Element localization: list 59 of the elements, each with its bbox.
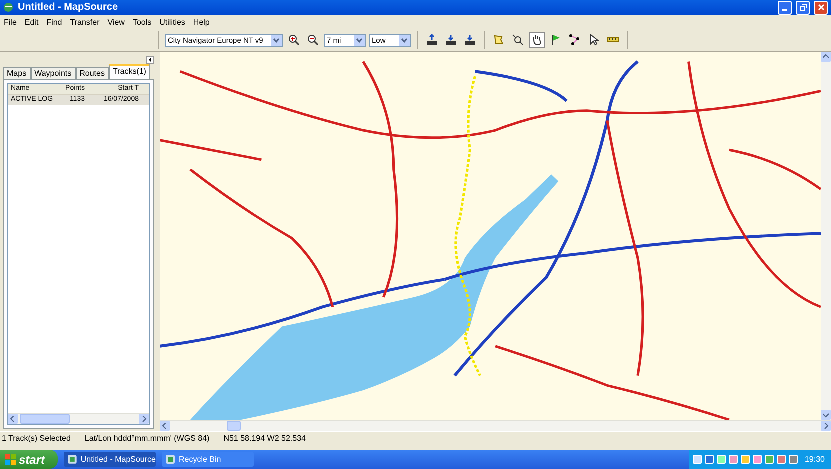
route-icon: [569, 34, 581, 46]
download-icon: [445, 34, 457, 46]
toolbar-button[interactable]: [443, 32, 459, 48]
menu-item[interactable]: Edit: [24, 18, 39, 26]
window-icon: [68, 455, 77, 464]
scroll-thumb[interactable]: [227, 421, 241, 431]
clock: 19:30: [804, 455, 825, 464]
toolbar-button[interactable]: [286, 32, 302, 48]
menu-item[interactable]: File: [4, 18, 17, 26]
tab[interactable]: Tracks(1): [108, 64, 150, 79]
windows-logo-icon: [5, 454, 16, 465]
dropdown-caret-icon: [271, 34, 282, 46]
download-icon: [464, 34, 476, 46]
collapse-icon[interactable]: [146, 56, 154, 64]
window-title: Untitled - MapSource: [18, 2, 120, 13]
status-text: N51 58.194 W2 52.534: [224, 434, 306, 442]
pointer-icon: [588, 34, 600, 46]
zoom-icon: [512, 34, 524, 46]
app-icon: [3, 2, 14, 13]
tab[interactable]: Routes: [76, 67, 109, 79]
status-text: 1 Track(s) Selected: [2, 434, 71, 442]
menu-item[interactable]: View: [108, 18, 125, 26]
toolbar-button[interactable]: [462, 32, 478, 48]
tab[interactable]: Waypoints: [30, 67, 76, 79]
scroll-left-icon[interactable]: [8, 414, 18, 424]
scroll-right-icon[interactable]: [139, 414, 149, 424]
start-button[interactable]: start: [0, 450, 58, 469]
flag-icon: [550, 34, 562, 46]
zoom-in-icon: [288, 34, 300, 46]
scroll-left-icon[interactable]: [160, 421, 170, 431]
tab[interactable]: Maps: [3, 67, 31, 79]
scroll-down-icon[interactable]: [821, 410, 831, 420]
toolbar-button[interactable]: [424, 32, 440, 48]
status-text: Lat/Lon hddd°mm.mmm' (WGS 84): [84, 434, 210, 442]
minimize-button[interactable]: [778, 0, 792, 14]
dropdown-caret-icon: [354, 34, 365, 46]
restore-icon: [800, 4, 806, 11]
close-button[interactable]: [814, 0, 828, 14]
scroll-right-icon[interactable]: [821, 421, 831, 431]
taskbar-button[interactable]: Untitled - MapSource: [64, 452, 156, 467]
menu-item[interactable]: Help: [193, 18, 210, 26]
toolbar-button[interactable]: [305, 32, 321, 48]
scroll-up-icon[interactable]: [821, 52, 831, 62]
menu-item[interactable]: Transfer: [70, 18, 100, 26]
restore-button[interactable]: [796, 0, 810, 14]
close-icon: [818, 4, 824, 11]
menu-item[interactable]: Find: [46, 18, 62, 26]
dropdown-caret-icon: [399, 34, 410, 46]
toolbar-button[interactable]: [510, 32, 526, 48]
map-icon: [493, 34, 505, 46]
upload-icon: [426, 34, 438, 46]
toolbar-button[interactable]: [529, 32, 545, 48]
scroll-thumb[interactable]: [20, 414, 70, 424]
hand-icon: [531, 34, 543, 46]
zoom-out-icon: [307, 34, 319, 46]
menu-item[interactable]: Utilities: [160, 18, 186, 26]
taskbar-button[interactable]: Recycle Bin: [162, 452, 254, 467]
menu-item[interactable]: Tools: [132, 18, 152, 26]
window-icon: [166, 455, 175, 464]
